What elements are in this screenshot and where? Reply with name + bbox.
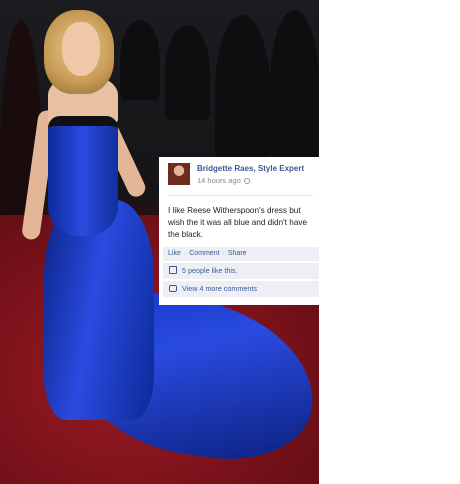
- facebook-comment-card: Bridgette Raes, Style Expert 14 hours ag…: [159, 157, 319, 305]
- timestamp[interactable]: 14 hours ago: [197, 176, 250, 185]
- likes-row[interactable]: 5 people like this.: [163, 263, 319, 279]
- action-bar: Like · Comment · Share: [163, 247, 319, 261]
- like-link[interactable]: Like: [168, 250, 181, 257]
- globe-icon: [243, 178, 250, 184]
- background-person: [270, 10, 319, 160]
- thumbs-up-icon: [169, 266, 177, 274]
- separator: ·: [183, 250, 187, 257]
- view-more-comments-row[interactable]: View 4 more comments: [163, 281, 319, 297]
- comment-body: I like Reese Witherspoon's dress but wis…: [168, 206, 308, 239]
- share-link[interactable]: Share: [228, 250, 247, 257]
- view-more-comments-link[interactable]: View 4 more comments: [182, 284, 257, 293]
- divider: [168, 195, 313, 196]
- background-person: [120, 20, 160, 100]
- comment-link[interactable]: Comment: [189, 250, 219, 257]
- background-person: [215, 15, 270, 165]
- comment-bubble-icon: [169, 285, 177, 292]
- avatar[interactable]: [168, 163, 190, 185]
- separator: ·: [222, 250, 225, 257]
- dress-bodice: [48, 116, 118, 236]
- face: [62, 22, 100, 76]
- background-person: [165, 25, 210, 120]
- timestamp-text[interactable]: 14 hours ago: [197, 176, 241, 185]
- comment-header: Bridgette Raes, Style Expert 14 hours ag…: [168, 163, 313, 195]
- author-name[interactable]: Bridgette Raes, Style Expert: [197, 164, 304, 173]
- likes-text[interactable]: 5 people like this.: [182, 266, 238, 275]
